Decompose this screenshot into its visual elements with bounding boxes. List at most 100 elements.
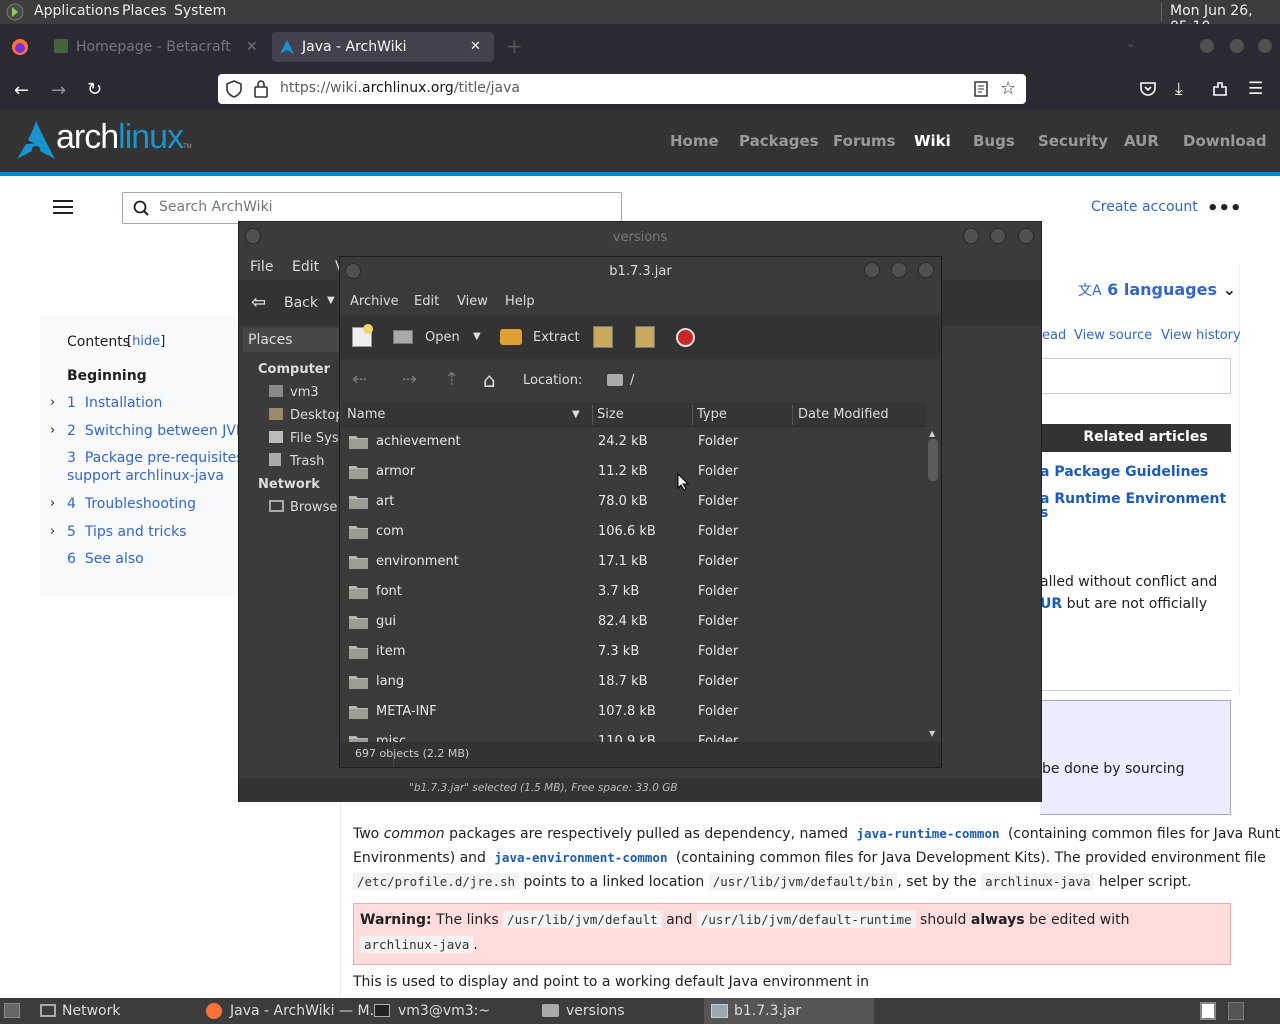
- tab-view-source[interactable]: View source: [1074, 328, 1152, 343]
- arch-nav-security[interactable]: Security: [1038, 132, 1108, 150]
- code-link[interactable]: java-runtime-common: [853, 825, 1004, 842]
- menu-system[interactable]: System: [174, 3, 226, 19]
- open-button[interactable]: Open: [425, 330, 460, 345]
- toc-beginning[interactable]: Beginning: [67, 368, 147, 384]
- places-item[interactable]: Desktop: [290, 408, 344, 423]
- forward-icon[interactable]: →: [51, 80, 66, 101]
- menu-view[interactable]: View: [457, 294, 488, 309]
- reader-view-icon[interactable]: [974, 81, 988, 97]
- dropdown-icon[interactable]: ▼: [473, 331, 481, 342]
- location-field[interactable]: /: [630, 373, 634, 388]
- url-text[interactable]: https://wiki.archlinux.org/title/java: [280, 80, 520, 96]
- archlinux-logo[interactable]: archlinuxTM: [16, 118, 192, 160]
- column-name[interactable]: Name: [347, 407, 385, 422]
- tab-betacraft[interactable]: Homepage - Betacraft ✕: [48, 32, 268, 62]
- code-link[interactable]: java-environment-common: [490, 849, 671, 866]
- stop-icon[interactable]: [676, 328, 695, 347]
- versions-titlebar[interactable]: versions: [239, 222, 1041, 252]
- extract-icon[interactable]: [500, 329, 522, 345]
- show-desktop-icon[interactable]: [4, 1003, 20, 1018]
- menu-applications[interactable]: Applications: [34, 3, 120, 19]
- file-row[interactable]: item 7.3 kB Folder: [342, 637, 926, 667]
- toc-item[interactable]: 2 Switching between JVM: [67, 423, 248, 439]
- close-icon[interactable]: ✕: [246, 32, 258, 62]
- workspace-switcher-icon[interactable]: [1200, 1002, 1216, 1020]
- related-link[interactable]: a Package Guidelines: [1040, 464, 1208, 480]
- languages-button[interactable]: 文A 6 languages ⌄: [1078, 280, 1236, 300]
- menu-edit[interactable]: Edit: [292, 259, 319, 275]
- more-options-icon[interactable]: •••: [1207, 198, 1242, 219]
- dropdown-icon[interactable]: ▼: [327, 295, 335, 306]
- back-icon[interactable]: ⇠: [352, 369, 367, 390]
- new-tab-icon[interactable]: +: [506, 34, 523, 58]
- file-row[interactable]: lang 18.7 kB Folder: [342, 667, 926, 697]
- create-account-link[interactable]: Create account: [1091, 199, 1198, 215]
- close-window-icon[interactable]: [1257, 38, 1273, 54]
- toc-item[interactable]: 1 Installation: [67, 395, 162, 411]
- back-arrow-icon[interactable]: ⇦: [251, 292, 266, 313]
- tab-java-archwiki[interactable]: Java - ArchWiki ✕: [272, 32, 494, 62]
- minimize-icon[interactable]: [864, 262, 880, 278]
- bookmark-star-icon[interactable]: ☆: [1000, 78, 1016, 99]
- add-folder-icon[interactable]: [635, 326, 655, 348]
- close-icon[interactable]: ✕: [470, 32, 481, 62]
- open-icon[interactable]: [393, 330, 413, 344]
- shield-icon[interactable]: [226, 80, 242, 98]
- arch-nav-home[interactable]: Home: [670, 132, 719, 150]
- arch-nav-forums[interactable]: Forums: [833, 132, 896, 150]
- arch-nav-aur[interactable]: AUR: [1124, 132, 1159, 150]
- file-row[interactable]: gui 82.4 kB Folder: [342, 607, 926, 637]
- maximize-icon[interactable]: [1229, 38, 1245, 54]
- minimize-icon[interactable]: [963, 228, 979, 244]
- menu-help[interactable]: Help: [505, 294, 535, 309]
- places-item[interactable]: vm3: [290, 385, 319, 400]
- toc-item[interactable]: 4 Troubleshooting: [67, 496, 196, 512]
- archive-titlebar[interactable]: b1.7.3.jar: [340, 257, 941, 287]
- tab-read[interactable]: ead: [1042, 328, 1066, 343]
- file-row[interactable]: art 78.0 kB Folder: [342, 487, 926, 517]
- column-size[interactable]: Size: [597, 407, 624, 422]
- gnome-foot-icon[interactable]: [6, 3, 24, 21]
- taskbar-item-versions[interactable]: versions: [536, 998, 701, 1024]
- toc-item[interactable]: 6 See also: [67, 551, 144, 567]
- menu-places[interactable]: Places: [122, 3, 167, 19]
- close-icon[interactable]: [1018, 228, 1034, 244]
- expand-icon[interactable]: ›: [50, 423, 55, 438]
- tab-list-icon[interactable]: ⌄: [1126, 36, 1136, 50]
- toc-hide[interactable]: [hide]: [127, 334, 165, 349]
- home-icon[interactable]: ⌂: [483, 368, 496, 392]
- scrollbar[interactable]: ▲ ▼: [926, 427, 940, 742]
- taskbar-item-firefox[interactable]: Java - ArchWiki — M...: [200, 998, 383, 1024]
- wiki-search-input[interactable]: Search ArchWiki: [122, 192, 622, 224]
- menu-icon[interactable]: ☰: [1248, 79, 1263, 99]
- up-icon[interactable]: ⇡: [444, 369, 459, 390]
- toc-item[interactable]: 3 Package pre-requisites to: [67, 450, 262, 466]
- taskbar-item-network[interactable]: Network: [32, 998, 192, 1024]
- file-row[interactable]: misc 110.9 kB Folder: [342, 727, 926, 742]
- back-icon[interactable]: ←: [14, 80, 29, 101]
- arch-nav-wiki[interactable]: Wiki: [914, 132, 951, 150]
- forward-icon[interactable]: ⇢: [402, 369, 417, 390]
- file-row[interactable]: armor 11.2 kB Folder: [342, 457, 926, 487]
- file-row[interactable]: environment 17.1 kB Folder: [342, 547, 926, 577]
- hamburger-icon[interactable]: [53, 199, 73, 215]
- maximize-icon[interactable]: [891, 262, 907, 278]
- archive-manager-window[interactable]: b1.7.3.jar Archive Edit View Help Open ▼…: [339, 256, 942, 768]
- places-item[interactable]: Trash: [290, 454, 324, 469]
- arch-nav-packages[interactable]: Packages: [739, 132, 819, 150]
- download-icon[interactable]: ⤓: [1175, 79, 1183, 99]
- expand-icon[interactable]: ›: [50, 496, 55, 511]
- extensions-icon[interactable]: [1211, 80, 1229, 98]
- taskbar-item-archive[interactable]: b1.7.3.jar: [704, 998, 874, 1024]
- url-bar[interactable]: https://wiki.archlinux.org/title/java ☆: [218, 74, 1026, 104]
- toc-hide-link[interactable]: hide: [132, 334, 160, 349]
- new-archive-icon[interactable]: [352, 324, 373, 347]
- pocket-icon[interactable]: [1139, 80, 1157, 98]
- places-header[interactable]: Places: [243, 328, 339, 352]
- menu-file[interactable]: File: [250, 259, 273, 275]
- places-item[interactable]: File Syst: [290, 431, 344, 446]
- minimize-icon[interactable]: [1199, 38, 1215, 54]
- column-type[interactable]: Type: [697, 407, 727, 422]
- menu-edit[interactable]: Edit: [414, 294, 439, 309]
- file-row[interactable]: META-INF 107.8 kB Folder: [342, 697, 926, 727]
